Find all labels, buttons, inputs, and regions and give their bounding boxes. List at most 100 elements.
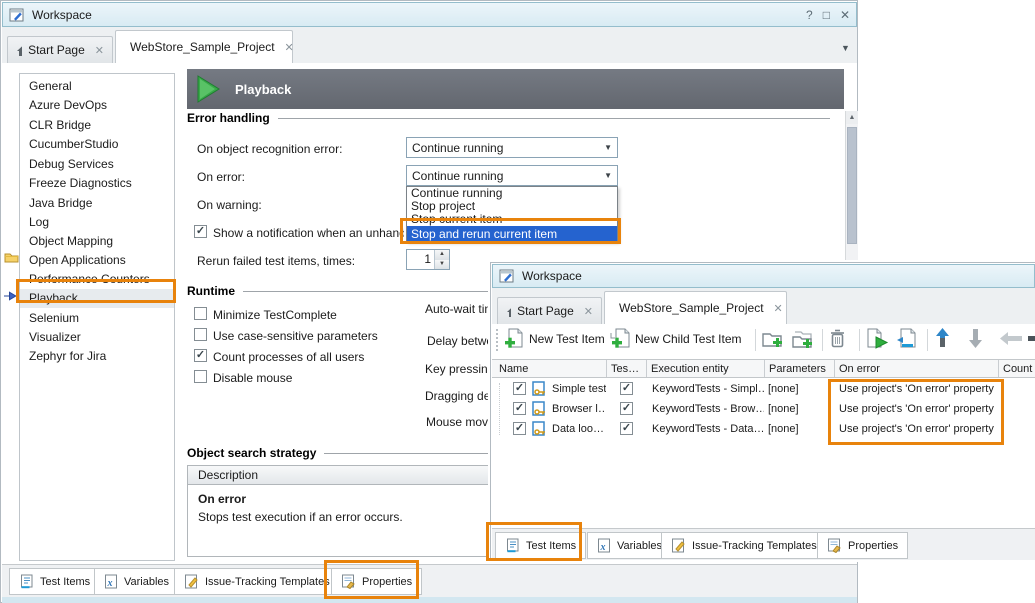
scrollbar-thumb[interactable] bbox=[847, 127, 857, 244]
on-error-label: On error: bbox=[197, 170, 245, 184]
sidebar-item-general[interactable]: General bbox=[20, 77, 174, 96]
count-processes-checkbox[interactable] bbox=[194, 349, 207, 362]
play-triangle-icon bbox=[195, 74, 221, 104]
w2-tab-properties[interactable]: Properties bbox=[817, 532, 908, 559]
col-execution-entity[interactable]: Execution entity bbox=[647, 360, 765, 377]
col-test[interactable]: Tes… bbox=[607, 360, 647, 377]
new-test-item-icon bbox=[504, 328, 525, 349]
tab-start-page[interactable]: Start Page ✕ bbox=[7, 36, 113, 63]
col-parameters[interactable]: Parameters bbox=[765, 360, 835, 377]
sidebar-item-selenium[interactable]: Selenium bbox=[20, 309, 174, 328]
help-button[interactable]: ? bbox=[806, 8, 813, 22]
spinner-down-icon[interactable]: ▼ bbox=[435, 260, 449, 270]
move-down-button[interactable] bbox=[968, 327, 983, 349]
tab-issue-tracking[interactable]: Issue-Tracking Templates bbox=[174, 568, 340, 595]
arrow-right-partial-icon[interactable] bbox=[1028, 336, 1035, 341]
run-selected-button[interactable] bbox=[866, 328, 889, 349]
row-entity: KeywordTests - Simpl… bbox=[652, 383, 764, 395]
dragging-delay-label: Dragging del bbox=[425, 389, 493, 403]
sidebar-item-zephyr[interactable]: Zephyr for Jira bbox=[20, 347, 174, 366]
new-test-item-button[interactable]: New Test Item bbox=[504, 328, 605, 349]
tab-close-icon[interactable]: ✕ bbox=[774, 302, 783, 315]
window-title: Workspace bbox=[32, 8, 92, 22]
sidebar-item-object-mapping[interactable]: Object Mapping bbox=[20, 232, 174, 251]
dropdown-item[interactable]: Stop project bbox=[407, 200, 617, 213]
tab-project-label: WebStore_Sample_Project bbox=[130, 40, 275, 54]
key-pressing-label: Key pressing bbox=[425, 362, 494, 376]
add-child-group-button[interactable] bbox=[791, 330, 815, 349]
highlight-box-test-items-tab bbox=[486, 522, 582, 561]
sidebar-item-log[interactable]: Log bbox=[20, 213, 174, 232]
highlight-box-properties-tab bbox=[324, 560, 419, 599]
row-parameters: [none] bbox=[768, 383, 830, 395]
spinner-up-icon[interactable]: ▲ bbox=[435, 250, 449, 260]
col-on-error[interactable]: On error bbox=[835, 360, 999, 377]
convert-button[interactable] bbox=[896, 328, 919, 349]
sidebar-item-java-bridge[interactable]: Java Bridge bbox=[20, 194, 174, 213]
tab-close-icon[interactable]: ✕ bbox=[584, 305, 593, 318]
issue-tracking-icon bbox=[671, 538, 686, 553]
on-object-recognition-combo[interactable]: Continue running ▼ bbox=[406, 137, 618, 158]
case-sensitive-label: Use case-sensitive parameters bbox=[213, 329, 378, 343]
w2-tab-project[interactable]: WebStore_Sample_Project ✕ bbox=[604, 291, 787, 324]
row-parameters: [none] bbox=[768, 423, 830, 435]
scroll-up-icon[interactable]: ▲ bbox=[846, 111, 858, 124]
on-warning-label: On warning: bbox=[197, 198, 262, 212]
add-group-button[interactable] bbox=[761, 330, 785, 349]
test-items-titlebar[interactable]: Workspace bbox=[492, 264, 1035, 288]
row-name: Browser l… bbox=[552, 403, 606, 415]
rerun-spinner[interactable]: 1 ▲▼ bbox=[406, 249, 450, 270]
sidebar-item-open-applications[interactable]: Open Applications bbox=[20, 251, 174, 270]
new-child-test-item-button[interactable]: New Child Test Item bbox=[609, 328, 741, 349]
w2-tab-variables[interactable]: x Variables bbox=[587, 532, 672, 559]
disable-mouse-checkbox[interactable] bbox=[194, 370, 207, 383]
sidebar-item-cucumberstudio[interactable]: CucumberStudio bbox=[20, 135, 174, 154]
issue-tracking-icon bbox=[184, 574, 199, 589]
minimize-checkbox[interactable] bbox=[194, 307, 207, 320]
minimize-label: Minimize TestComplete bbox=[213, 308, 337, 322]
new-child-test-item-icon bbox=[609, 328, 631, 349]
row-test-checkbox[interactable] bbox=[620, 422, 633, 435]
sidebar-item-freeze-diagnostics[interactable]: Freeze Diagnostics bbox=[20, 174, 174, 193]
sidebar-item-azure-devops[interactable]: Azure DevOps bbox=[20, 96, 174, 115]
main-titlebar[interactable]: Workspace ? □ ✕ bbox=[2, 2, 857, 27]
move-left-button[interactable] bbox=[999, 331, 1023, 346]
w2-tab-start-page[interactable]: Start Page ✕ bbox=[497, 297, 602, 324]
svg-text:x: x bbox=[600, 542, 606, 553]
dropdown-item[interactable]: Continue running bbox=[407, 187, 617, 200]
row-checkbox[interactable] bbox=[513, 382, 526, 395]
tab-test-items[interactable]: Test Items bbox=[9, 568, 100, 595]
col-name[interactable]: Name bbox=[495, 360, 607, 377]
case-sensitive-checkbox[interactable] bbox=[194, 328, 207, 341]
tab-close-icon[interactable]: ✕ bbox=[95, 44, 104, 57]
row-test-checkbox[interactable] bbox=[620, 382, 633, 395]
notification-checkbox[interactable] bbox=[194, 225, 207, 238]
col-count[interactable]: Count bbox=[999, 360, 1035, 377]
sidebar-item-visualizer[interactable]: Visualizer bbox=[20, 328, 174, 347]
toolbar-drag-handle[interactable] bbox=[496, 329, 499, 351]
options-sidebar: General Azure DevOps CLR Bridge Cucumber… bbox=[19, 73, 175, 561]
w2-tab-issue-tracking[interactable]: Issue-Tracking Templates bbox=[661, 532, 827, 559]
tab-close-icon[interactable]: ✕ bbox=[285, 41, 294, 54]
sidebar-item-debug-services[interactable]: Debug Services bbox=[20, 155, 174, 174]
move-up-button[interactable] bbox=[935, 327, 950, 349]
row-checkbox[interactable] bbox=[513, 402, 526, 415]
tab-menu-icon[interactable]: ▼ bbox=[841, 43, 850, 53]
workspace-icon bbox=[9, 7, 25, 23]
playback-arrow-icon bbox=[3, 290, 17, 302]
row-entity: KeywordTests - Brow… bbox=[652, 403, 764, 415]
arrow-down-icon bbox=[968, 327, 983, 349]
disable-mouse-label: Disable mouse bbox=[213, 371, 292, 385]
tab-project[interactable]: WebStore_Sample_Project ✕ bbox=[115, 30, 293, 63]
workspace-icon bbox=[499, 268, 515, 284]
rerun-label: Rerun failed test items, times: bbox=[197, 254, 355, 268]
close-button[interactable]: ✕ bbox=[840, 8, 850, 22]
maximize-button[interactable]: □ bbox=[823, 8, 830, 22]
tab-variables[interactable]: x Variables bbox=[94, 568, 179, 595]
on-error-combo[interactable]: Continue running ▼ bbox=[406, 165, 618, 186]
notification-label: Show a notification when an unhandled s bbox=[213, 226, 404, 240]
row-checkbox[interactable] bbox=[513, 422, 526, 435]
delete-button[interactable] bbox=[828, 328, 847, 349]
sidebar-item-clr-bridge[interactable]: CLR Bridge bbox=[20, 116, 174, 135]
row-test-checkbox[interactable] bbox=[620, 402, 633, 415]
